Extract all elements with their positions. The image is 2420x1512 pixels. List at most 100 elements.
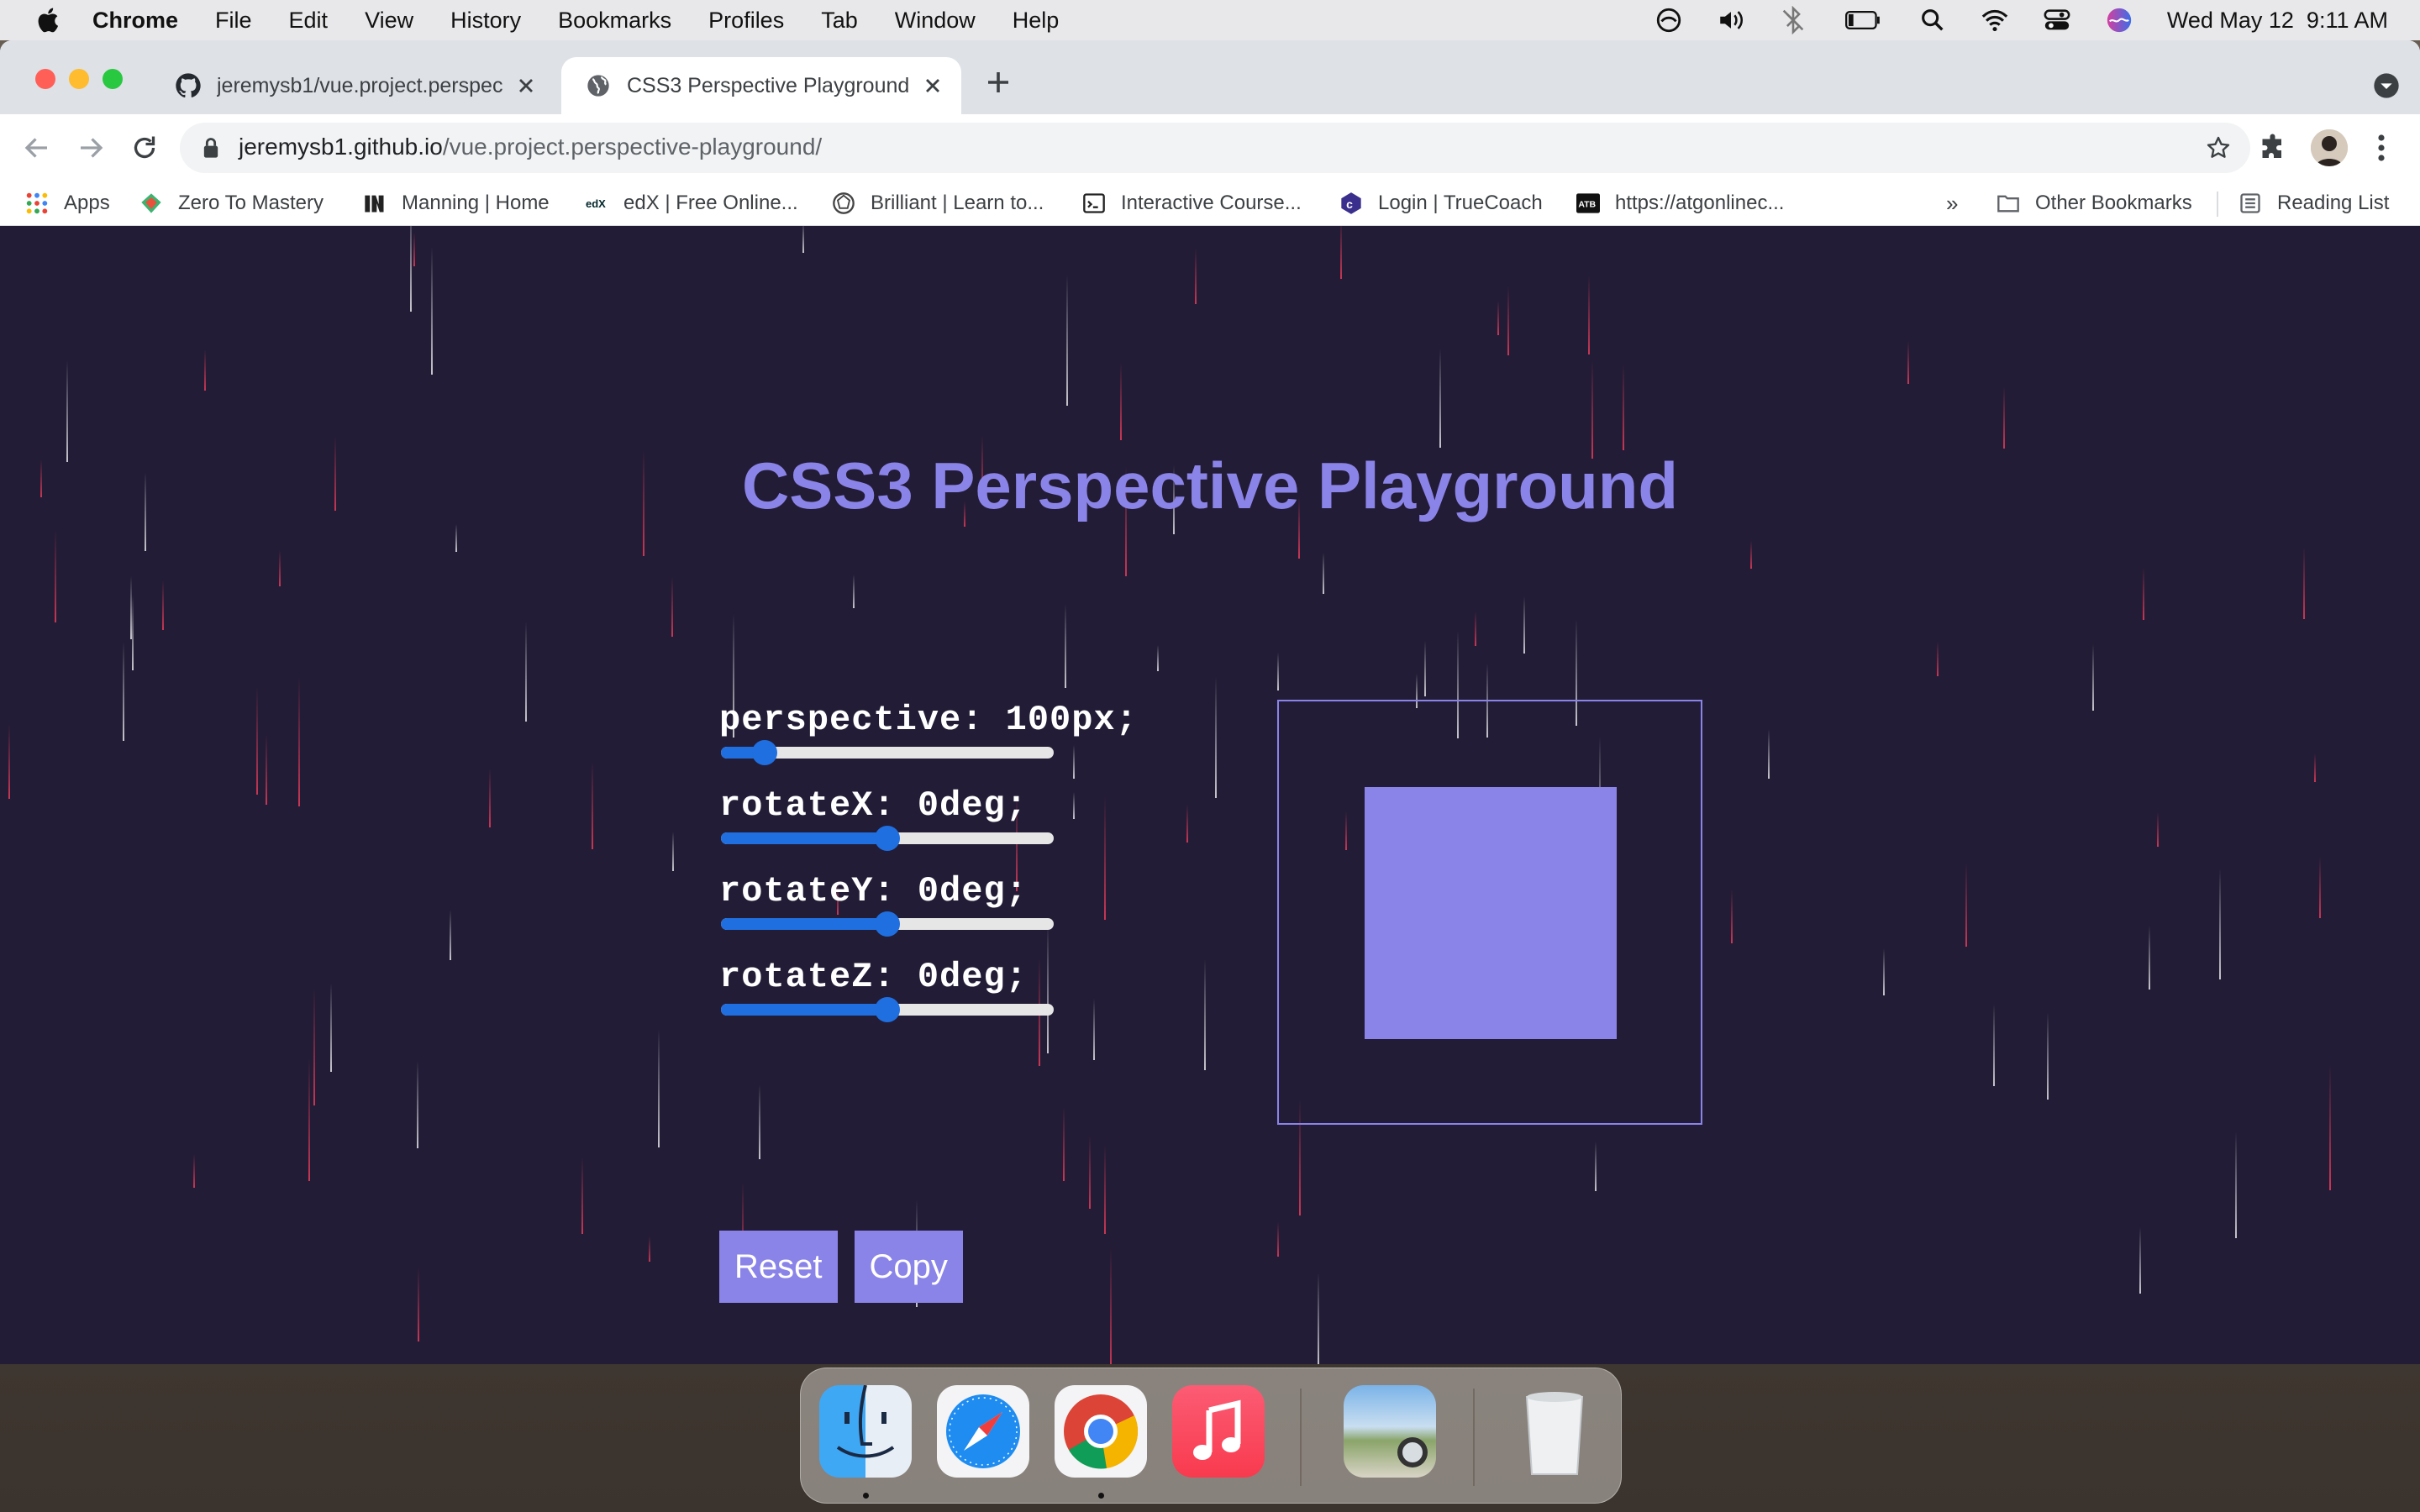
atb-icon: ATB — [1576, 193, 1600, 213]
music-icon[interactable] — [1172, 1385, 1265, 1478]
window-close-button[interactable] — [35, 69, 55, 89]
bookmark-zero-to-mastery[interactable]: Zero To Mastery — [139, 181, 324, 225]
window-zoom-button[interactable] — [103, 69, 123, 89]
chrome-icon[interactable] — [1055, 1385, 1147, 1478]
url-text[interactable]: jeremysb1.github.io/vue.project.perspect… — [239, 134, 822, 160]
safari-compass — [946, 1394, 1020, 1468]
rotatex-label: rotateX: 0deg; — [719, 785, 1028, 826]
lock-icon[interactable] — [200, 136, 222, 160]
spotlight-search-icon[interactable] — [1918, 6, 1947, 34]
menu-app-name[interactable]: Chrome — [92, 8, 178, 34]
tab-title: CSS3 Perspective Playground — [627, 73, 910, 97]
menu-edit[interactable]: Edit — [289, 8, 329, 34]
tab-perspective-playground[interactable]: CSS3 Perspective Playground — [561, 57, 961, 114]
apple-icon[interactable] — [35, 5, 64, 35]
slider-thumb[interactable] — [875, 911, 900, 937]
menu-clock[interactable]: Wed May 12 9:11 AM — [2167, 8, 2388, 34]
bookmark-interactive-course[interactable]: Interactive Course... — [1082, 181, 1302, 225]
rain-streak — [418, 1268, 419, 1341]
rain-streak — [2143, 568, 2144, 620]
rotatex-slider[interactable] — [721, 826, 1054, 851]
sync-status-icon[interactable] — [1655, 6, 1683, 34]
bookmarks-divider — [2217, 192, 2218, 217]
menu-profiles[interactable]: Profiles — [708, 8, 784, 34]
bookmark-star-icon[interactable] — [2205, 134, 2232, 161]
menu-history[interactable]: History — [450, 8, 521, 34]
window-minimize-button[interactable] — [69, 69, 89, 89]
rain-streak — [1424, 641, 1426, 696]
preview-icon[interactable] — [1344, 1385, 1436, 1478]
extensions-puzzle-icon[interactable] — [2259, 133, 2289, 163]
close-tab-icon[interactable] — [921, 74, 944, 97]
rotatez-slider[interactable] — [721, 997, 1054, 1022]
volume-icon[interactable] — [1717, 6, 1745, 34]
menu-file[interactable]: File — [215, 8, 252, 34]
other-bookmarks-folder[interactable]: Other Bookmarks — [1996, 181, 2192, 225]
slider-thumb[interactable] — [875, 997, 900, 1022]
bookmark-truecoach[interactable]: c Login | TrueCoach — [1339, 181, 1543, 225]
forward-arrow-icon[interactable] — [76, 133, 106, 163]
bookmark-apps[interactable]: Apps — [25, 181, 110, 225]
menu-help[interactable]: Help — [1013, 8, 1060, 34]
address-bar[interactable]: jeremysb1.github.io/vue.project.perspect… — [180, 123, 2250, 173]
rain-streak — [1340, 226, 1342, 279]
siri-icon[interactable] — [2105, 6, 2133, 34]
ztm-icon — [141, 193, 161, 213]
chrome-menu-icon[interactable] — [2375, 133, 2388, 163]
new-tab-plus-icon[interactable] — [983, 67, 1013, 97]
rain-streak — [450, 910, 451, 960]
rain-streak — [55, 530, 56, 622]
battery-icon[interactable] — [1841, 6, 1885, 34]
rain-streak — [8, 724, 10, 799]
bookmark-atg-online[interactable]: ATB https://atgonlinec... — [1576, 181, 1784, 225]
bookmarks-overflow-button[interactable]: » — [1946, 181, 1958, 225]
browser-toolbar: jeremysb1.github.io/vue.project.perspect… — [0, 114, 2420, 181]
finder-icon[interactable] — [819, 1384, 912, 1478]
safari-icon[interactable] — [937, 1385, 1029, 1478]
copy-button[interactable]: Copy — [854, 1231, 963, 1303]
control-center-icon[interactable] — [2043, 6, 2071, 34]
bookmark-label: Apps — [64, 192, 110, 214]
globe-icon — [587, 75, 609, 97]
rain-streak — [1595, 1142, 1597, 1191]
reading-list-button[interactable]: Reading List — [2238, 181, 2389, 225]
tab-search-chevron-icon[interactable] — [2373, 72, 2400, 99]
rain-streak — [1157, 645, 1159, 671]
bookmark-edx[interactable]: edX edX | Free Online... — [585, 181, 798, 225]
menu-window[interactable]: Window — [895, 8, 976, 34]
trash-icon[interactable] — [1508, 1385, 1601, 1478]
bookmark-brilliant[interactable]: Brilliant | Learn to... — [832, 181, 1044, 225]
rain-streak — [1497, 301, 1499, 335]
menu-bar: Chrome File Edit View History Bookmarks … — [0, 0, 2420, 40]
rain-streak — [1323, 553, 1324, 594]
menu-tab[interactable]: Tab — [821, 8, 858, 34]
svg-text:c: c — [1346, 197, 1353, 211]
rain-streak — [1591, 360, 1593, 459]
slider-thumb[interactable] — [875, 826, 900, 851]
bookmark-manning[interactable]: Manning | Home — [363, 181, 550, 225]
reload-icon[interactable] — [129, 133, 160, 163]
reset-button[interactable]: Reset — [719, 1231, 838, 1303]
rain-streak — [1104, 1145, 1106, 1234]
tab-github[interactable]: jeremysb1/vue.project.perspec — [151, 57, 555, 114]
control-perspective: perspective: 100px; — [719, 700, 1190, 785]
bluetooth-off-icon[interactable] — [1779, 6, 1807, 34]
profile-avatar[interactable] — [2311, 129, 2348, 166]
back-arrow-icon[interactable] — [22, 133, 52, 163]
tab-title: jeremysb1/vue.project.perspec — [217, 73, 503, 97]
close-tab-icon[interactable] — [514, 74, 538, 97]
rotatey-slider[interactable] — [721, 911, 1054, 937]
rain-streak — [2319, 857, 2321, 918]
manning-icon — [365, 195, 384, 213]
wifi-icon[interactable] — [1981, 6, 2009, 34]
rain-streak — [1195, 249, 1197, 304]
perspective-slider[interactable] — [721, 740, 1054, 765]
slider-thumb[interactable] — [751, 740, 777, 765]
bookmark-label: Interactive Course... — [1121, 192, 1302, 214]
rain-streak — [2149, 926, 2150, 990]
rain-streak — [298, 677, 300, 806]
menu-view[interactable]: View — [365, 8, 413, 34]
rain-streak — [1318, 1273, 1319, 1364]
menu-bookmarks[interactable]: Bookmarks — [558, 8, 671, 34]
rain-streak — [1065, 604, 1066, 688]
